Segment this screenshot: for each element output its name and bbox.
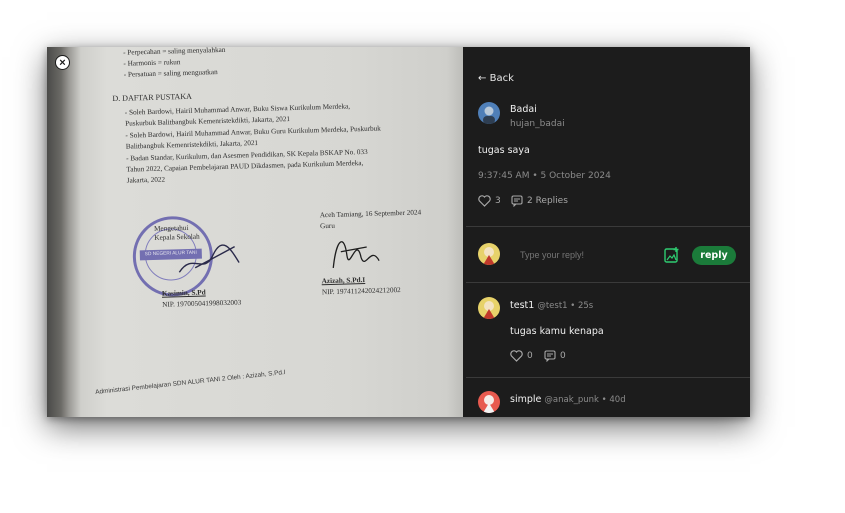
user-avatar-icon: [478, 297, 500, 319]
principal-role: Mengetahui Kepala Sekolah: [153, 223, 200, 242]
post-text: tugas saya: [478, 145, 530, 156]
attached-image[interactable]: - Perpecahan = saling menyalahkan - Harm…: [47, 47, 463, 417]
sign-place-date: Aceh Tamiang, 16 September 2024: [319, 208, 422, 220]
principal-nip: NIP. 197005041998032003: [162, 298, 242, 309]
divider: [466, 282, 750, 283]
reply-input[interactable]: [518, 249, 642, 261]
principal-signature: [178, 244, 240, 273]
doc-reference: Jakarta, 2022: [126, 175, 166, 185]
teacher-nip: NIP. 197411242024212002: [321, 286, 401, 297]
comment-header: test1 @test1 • 25s: [510, 300, 593, 311]
comment-avatar[interactable]: [478, 391, 500, 413]
post-timestamp: 9:37:45 AM • 5 October 2024: [478, 171, 611, 181]
comment-avatar[interactable]: [478, 297, 500, 319]
document-page: - Perpecahan = saling menyalahkan - Harm…: [77, 47, 463, 417]
post-author-name[interactable]: Badai: [510, 104, 537, 115]
heart-icon: [478, 195, 491, 207]
user-avatar-icon: [478, 102, 500, 124]
like-count: 3: [495, 196, 501, 206]
avatar[interactable]: [478, 102, 500, 124]
divider: [466, 377, 750, 378]
comment-icon: [511, 195, 523, 207]
comment-like-control[interactable]: 0: [510, 350, 533, 362]
heart-icon: [510, 350, 523, 362]
comment-meta: @test1 • 25s: [537, 301, 594, 311]
like-control[interactable]: 3: [478, 195, 501, 207]
comment-author-name[interactable]: simple: [510, 394, 541, 405]
my-avatar: [478, 243, 500, 265]
comment-reply-control[interactable]: 0: [544, 350, 566, 362]
comment-text: tugas kamu kenapa: [510, 326, 604, 337]
thread-panel: ← Back Badai hujan_badai tugas saya 9:37…: [466, 47, 750, 417]
close-icon[interactable]: ×: [55, 55, 70, 70]
back-button[interactable]: ← Back: [478, 73, 514, 84]
comment-meta: @anak_punk • 40d: [544, 395, 626, 405]
post-author-handle[interactable]: hujan_badai: [510, 119, 565, 129]
divider: [466, 226, 750, 227]
replies-count: 2 Replies: [527, 196, 568, 206]
comment-author-name[interactable]: test1: [510, 300, 534, 311]
reply-button[interactable]: reply: [692, 246, 736, 265]
post-viewer-window: - Perpecahan = saling menyalahkan - Harm…: [47, 47, 750, 417]
arrow-left-icon: ←: [478, 73, 487, 84]
comment-icon: [544, 350, 556, 362]
user-avatar-icon: [478, 391, 500, 413]
comment-like-count: 0: [527, 351, 533, 361]
user-avatar-icon: [478, 243, 500, 265]
teacher-signature: [332, 241, 380, 268]
doc-heading: D. DAFTAR PUSTAKA: [112, 91, 192, 104]
doc-line: - Persatuan = saling menguatkan: [123, 68, 218, 79]
comment-header: simple @anak_punk • 40d: [510, 394, 626, 405]
image-attach-icon[interactable]: [664, 246, 680, 264]
back-label: Back: [489, 73, 514, 84]
replies-control[interactable]: 2 Replies: [511, 195, 568, 207]
comment-reply-count: 0: [560, 351, 566, 361]
